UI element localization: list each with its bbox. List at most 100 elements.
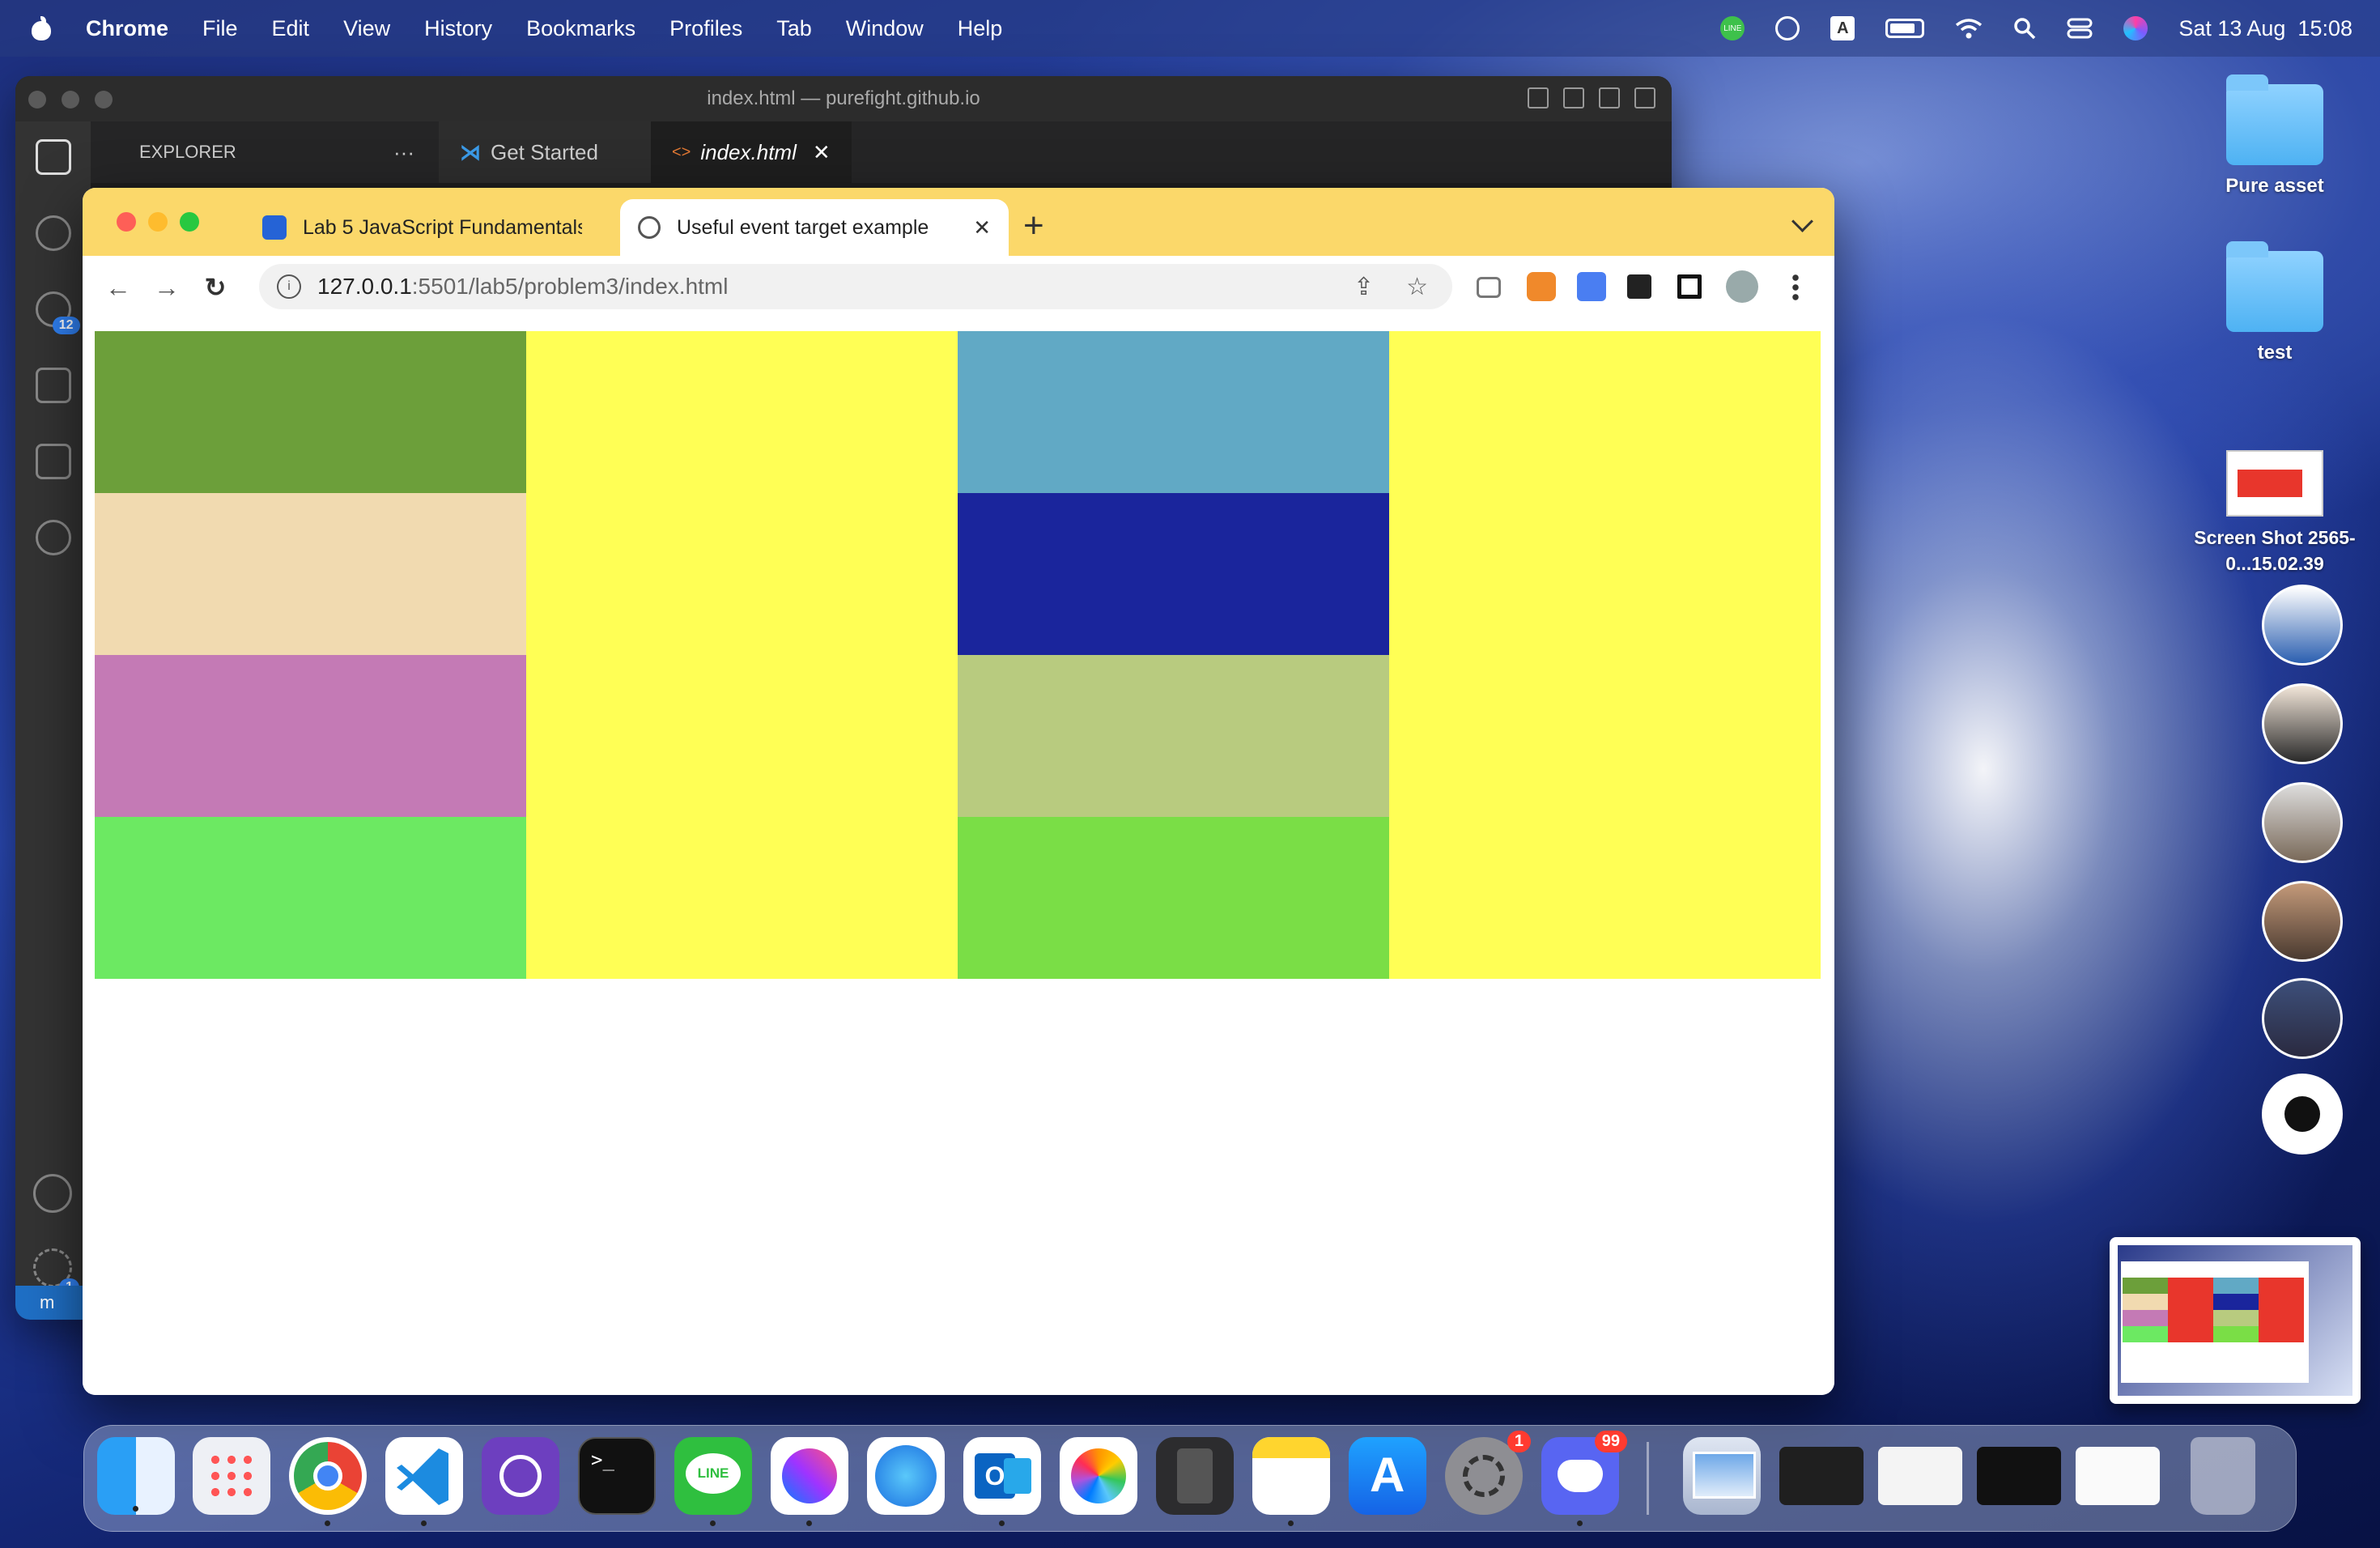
color-box[interactable] [95, 493, 526, 655]
menu-help[interactable]: Help [958, 16, 1003, 41]
address-bar[interactable]: i 127.0.0.1:5501/lab5/problem3/index.htm… [259, 264, 1452, 309]
search-icon[interactable] [2013, 17, 2036, 40]
dock-line[interactable]: LINE [674, 1437, 752, 1526]
color-box[interactable] [958, 331, 1389, 493]
menu-chrome[interactable]: Chrome [86, 16, 168, 41]
dock-launchpad[interactable] [193, 1437, 270, 1515]
toggle-secondary-sidebar-icon[interactable] [1599, 87, 1620, 108]
dock-minimized-window[interactable] [1779, 1447, 1864, 1505]
tab-index-html[interactable]: <> index.html ✕ [651, 121, 852, 183]
git-graph-icon[interactable] [35, 520, 71, 555]
desktop-screenshot-file[interactable]: Screen Shot 2565-0...15.02.39 [2178, 450, 2372, 576]
toggle-sidebar-icon[interactable] [1528, 87, 1549, 108]
color-box[interactable] [526, 817, 958, 979]
close-tab-icon[interactable]: ✕ [813, 140, 831, 165]
dock-minimized-window[interactable] [2076, 1447, 2160, 1505]
toggle-panel-icon[interactable] [1563, 87, 1584, 108]
color-box[interactable] [1389, 817, 1821, 979]
color-box[interactable] [1389, 655, 1821, 817]
tab-search-chevron-icon[interactable] [1791, 211, 1813, 232]
customize-layout-icon[interactable] [1634, 87, 1655, 108]
dock-minimized-window[interactable] [1878, 1447, 1962, 1505]
color-box[interactable] [958, 655, 1389, 817]
accounts-icon[interactable] [33, 1174, 72, 1213]
siri-icon[interactable] [2123, 16, 2148, 40]
battery-icon[interactable] [1885, 19, 1925, 38]
close-tab-icon[interactable]: ✕ [973, 215, 991, 240]
side-panel-icon[interactable] [1677, 274, 1702, 299]
bookmark-star-icon[interactable]: ☆ [1406, 273, 1428, 301]
color-box[interactable] [526, 331, 958, 493]
color-box[interactable] [95, 331, 526, 493]
chat-head-avatar[interactable] [2262, 881, 2343, 962]
desktop-folder-test[interactable]: test [2218, 241, 2331, 364]
color-box[interactable] [1389, 493, 1821, 655]
dock-calculator[interactable] [1156, 1437, 1234, 1515]
reload-icon[interactable]: ↻ [191, 272, 240, 303]
source-control-icon[interactable]: 12 [35, 291, 80, 334]
chrome-menu-icon[interactable] [1792, 274, 1799, 301]
dock-safari[interactable] [867, 1437, 945, 1515]
menu-bar-clock[interactable]: Sat 13 Aug 15:08 [2178, 16, 2352, 41]
line-icon[interactable]: LINE [1720, 16, 1745, 40]
search-icon[interactable] [35, 215, 71, 251]
dock-system-preferences[interactable]: 1 [1445, 1431, 1531, 1515]
menu-history[interactable]: History [424, 16, 492, 41]
profile-avatar[interactable] [1726, 270, 1758, 303]
messenger-chat-icon[interactable] [2262, 1074, 2343, 1155]
run-debug-icon[interactable] [35, 368, 71, 403]
dock-preview[interactable] [1683, 1437, 1761, 1515]
manage-gear-icon[interactable]: 1 [33, 1248, 79, 1296]
google-translate-icon[interactable] [1577, 272, 1606, 301]
menu-window[interactable]: Window [846, 16, 924, 41]
color-box[interactable] [1389, 331, 1821, 493]
dock-app-store[interactable]: A [1349, 1437, 1426, 1515]
dock-terminal[interactable]: >_ [578, 1437, 656, 1515]
menu-profiles[interactable]: Profiles [669, 16, 742, 41]
chat-head-avatar[interactable] [2262, 585, 2343, 666]
menu-bookmarks[interactable]: Bookmarks [526, 16, 635, 41]
chrome-zoom-button[interactable] [180, 212, 199, 232]
dock-outlook[interactable]: O [963, 1437, 1041, 1526]
dock-notes[interactable] [1252, 1437, 1330, 1526]
new-tab-button[interactable]: + [1023, 206, 1044, 246]
dock-photos[interactable] [1060, 1437, 1137, 1515]
vscode-status-branch[interactable]: m [15, 1286, 91, 1320]
input-source-icon[interactable]: A [1830, 16, 1855, 40]
forward-arrow-icon[interactable]: → [142, 273, 191, 303]
explorer-icon[interactable] [35, 139, 71, 175]
chrome-close-button[interactable] [117, 212, 136, 232]
chat-head-avatar[interactable] [2262, 978, 2343, 1059]
play-icon[interactable] [1775, 16, 1800, 40]
desktop-folder-pure-asset[interactable]: Pure asset [2218, 74, 2331, 198]
wifi-icon[interactable] [1955, 18, 1983, 39]
color-box[interactable] [95, 655, 526, 817]
dock-github-desktop[interactable] [482, 1437, 559, 1515]
vscode-close-button[interactable] [28, 91, 46, 108]
extensions-puzzle-icon[interactable] [1627, 274, 1651, 299]
dock-finder[interactable] [97, 1437, 175, 1515]
menu-tab[interactable]: Tab [776, 16, 812, 41]
color-box[interactable] [958, 493, 1389, 655]
tab-get-started[interactable]: ⋊ Get Started [439, 121, 651, 183]
chat-head-avatar[interactable] [2262, 683, 2343, 764]
color-box[interactable] [958, 817, 1389, 979]
chat-head-avatar[interactable] [2262, 782, 2343, 863]
extensions-icon[interactable] [35, 444, 71, 479]
back-arrow-icon[interactable]: ← [94, 273, 142, 303]
vscode-zoom-button[interactable] [95, 91, 113, 108]
cast-icon[interactable] [1477, 277, 1501, 298]
dock-messenger[interactable] [771, 1437, 848, 1526]
dock-minimized-window[interactable] [1977, 1447, 2061, 1505]
menu-file[interactable]: File [202, 16, 238, 41]
metamask-icon[interactable] [1527, 272, 1556, 301]
vscode-minimize-button[interactable] [62, 91, 79, 108]
dock-discord[interactable]: 99 [1541, 1431, 1627, 1526]
chrome-minimize-button[interactable] [148, 212, 168, 232]
control-center-icon[interactable] [2067, 17, 2093, 40]
apple-menu-icon[interactable] [29, 16, 53, 40]
menu-view[interactable]: View [343, 16, 390, 41]
color-box[interactable] [95, 817, 526, 979]
site-info-icon[interactable]: i [277, 274, 301, 299]
dock-visual-studio-code[interactable] [385, 1437, 463, 1526]
